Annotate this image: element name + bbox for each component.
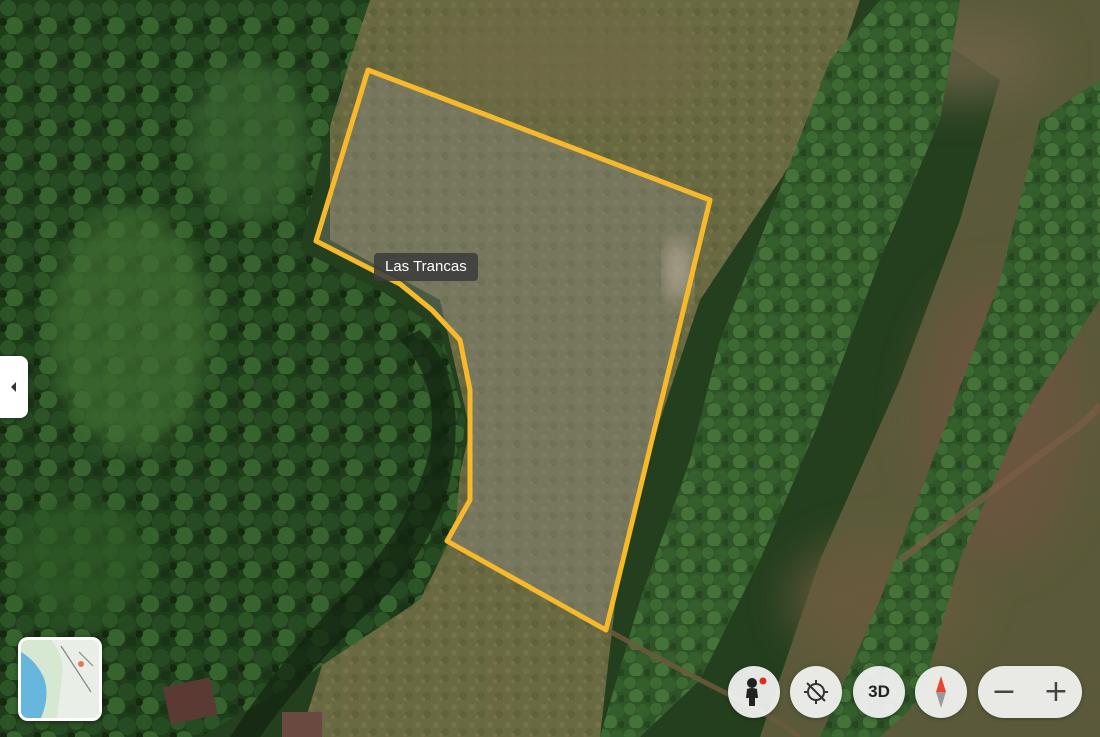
zoom-out-button[interactable]: − [984,670,1024,714]
side-panel-toggle[interactable] [0,356,28,418]
location-button[interactable] [790,666,842,718]
zoom-in-button[interactable]: + [1036,670,1076,714]
street-view-button[interactable] [728,666,780,718]
compass-icon [936,676,946,708]
map-thumbnail [21,640,99,718]
view-3d-label: 3D [868,682,890,701]
minimap[interactable] [18,637,102,721]
satellite-map[interactable] [0,0,1100,737]
location-off-icon [804,680,828,704]
parcel-label[interactable]: Las Trancas [374,253,478,281]
zoom-controls: − + [978,666,1082,718]
pegman-icon [746,677,767,706]
view-3d-button[interactable]: 3D [853,666,905,718]
chevron-left-icon [11,382,16,392]
compass-button[interactable] [915,666,967,718]
